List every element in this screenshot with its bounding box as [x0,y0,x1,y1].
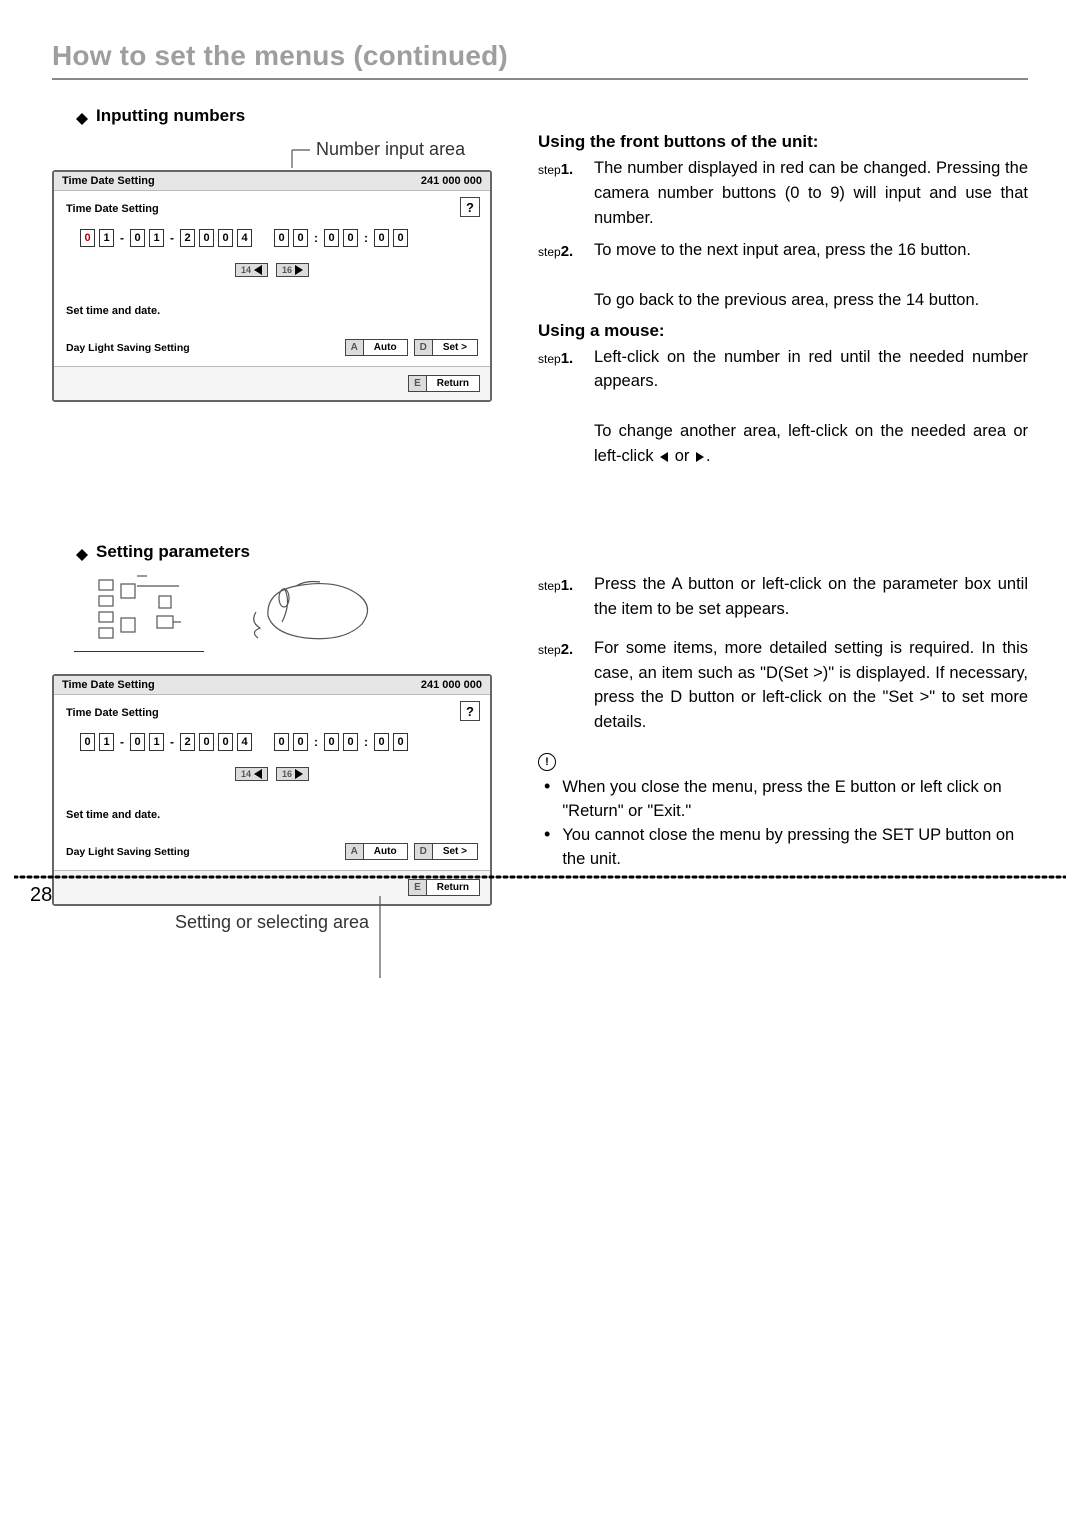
time-digit[interactable]: 0 [374,229,389,247]
nav-prev-button[interactable]: 14 [235,263,268,277]
time-digit[interactable]: 0 [393,733,408,751]
step-item: step1. Left-click on the number in red u… [538,345,1028,469]
subheading-inputting: Inputting numbers [76,106,492,126]
auto-button[interactable]: AAuto [345,843,408,860]
panel-title: Time Date Setting [62,175,155,187]
dls-label: Day Light Saving Setting [66,846,339,858]
date-time-digits: 0 1 - 0 1 - 2 0 0 4 0 0 [66,733,478,751]
date-digit[interactable]: 1 [149,229,164,247]
time-date-panel-2: Time Date Setting 241 000 000 Time Date … [52,674,492,906]
hint-text: Set time and date. [66,809,478,821]
nav-next-button[interactable]: 16 [276,263,309,277]
caption-number-input-area: Number input area [310,139,465,160]
time-digit[interactable]: 0 [343,229,358,247]
triangle-left-icon [254,265,262,275]
date-digit[interactable]: 2 [180,733,195,751]
auto-button[interactable]: AAuto [345,339,408,356]
help-button[interactable]: ? [460,197,480,217]
triangle-right-icon [295,265,303,275]
date-digit[interactable]: 0 [218,733,233,751]
caption-setting-area: Setting or selecting area [52,912,492,933]
date-digit[interactable]: 1 [149,733,164,751]
note-item: When you close the menu, press the E but… [544,776,1028,824]
date-digit[interactable]: 0 [80,733,95,751]
subheading-setting: Setting parameters [76,542,492,562]
info-icon: ! [538,753,556,771]
diamond-icon [76,543,88,555]
time-digit[interactable]: 0 [293,733,308,751]
date-digit[interactable]: 0 [130,229,145,247]
step-item: step1. The number displayed in red can b… [538,156,1028,230]
device-illustrations [74,572,492,652]
date-digit[interactable]: 0 [80,229,95,247]
time-digit[interactable]: 0 [293,229,308,247]
triangle-right-icon [696,452,704,462]
help-button[interactable]: ? [460,701,480,721]
date-digit[interactable]: 0 [218,229,233,247]
time-digit[interactable]: 0 [343,733,358,751]
set-button[interactable]: DSet > [414,843,478,860]
notes-list: When you close the menu, press the E but… [538,776,1028,872]
keypad-icon [74,572,204,652]
hint-text: Set time and date. [66,305,478,317]
time-digit[interactable]: 0 [393,229,408,247]
time-digit[interactable]: 0 [324,229,339,247]
section-inputting-numbers: Inputting numbers Number input area Time… [52,106,1028,476]
step-item: step1. Press the A button or left-click … [538,572,1028,622]
dls-label: Day Light Saving Setting [66,342,339,354]
mouse-icon [248,572,378,652]
panel-subtitle: Time Date Setting [66,203,159,215]
page-number: 28 [30,884,52,907]
date-digit[interactable]: 1 [99,229,114,247]
set-button[interactable]: DSet > [414,339,478,356]
return-button[interactable]: EReturn [408,375,480,392]
time-digit[interactable]: 0 [324,733,339,751]
page-title: How to set the menus (continued) [52,40,1028,80]
note-item: You cannot close the menu by pressing th… [544,824,1028,872]
date-digit[interactable]: 0 [199,733,214,751]
time-digit[interactable]: 0 [274,229,289,247]
time-digit[interactable]: 0 [374,733,389,751]
date-digit[interactable]: 0 [130,733,145,751]
nav-prev-button[interactable]: 14 [235,767,268,781]
nav-next-button[interactable]: 16 [276,767,309,781]
diamond-icon [76,107,88,119]
heading-front-buttons: Using the front buttons of the unit: [538,132,1028,152]
step-item: step2. To move to the next input area, p… [538,238,1028,312]
time-digit[interactable]: 0 [274,733,289,751]
panel-code: 241 000 000 [421,175,482,187]
date-digit[interactable]: 4 [237,229,252,247]
triangle-right-icon [295,769,303,779]
date-digit[interactable]: 4 [237,733,252,751]
time-date-panel-1: Time Date Setting 241 000 000 Time Date … [52,170,492,402]
panel-subtitle: Time Date Setting [66,707,159,719]
date-digit[interactable]: 1 [99,733,114,751]
triangle-left-icon [254,769,262,779]
date-time-digits: 0 1 - 0 1 - 2 0 0 4 0 0 : 0 [66,229,478,247]
return-button[interactable]: EReturn [408,879,480,896]
date-digit[interactable]: 0 [199,229,214,247]
triangle-left-icon [660,452,668,462]
panel-code: 241 000 000 [421,679,482,691]
date-digit[interactable]: 2 [180,229,195,247]
dotted-rule [14,874,1066,879]
step-item: step2. For some items, more detailed set… [538,636,1028,735]
heading-mouse: Using a mouse: [538,321,1028,341]
panel-title: Time Date Setting [62,679,155,691]
